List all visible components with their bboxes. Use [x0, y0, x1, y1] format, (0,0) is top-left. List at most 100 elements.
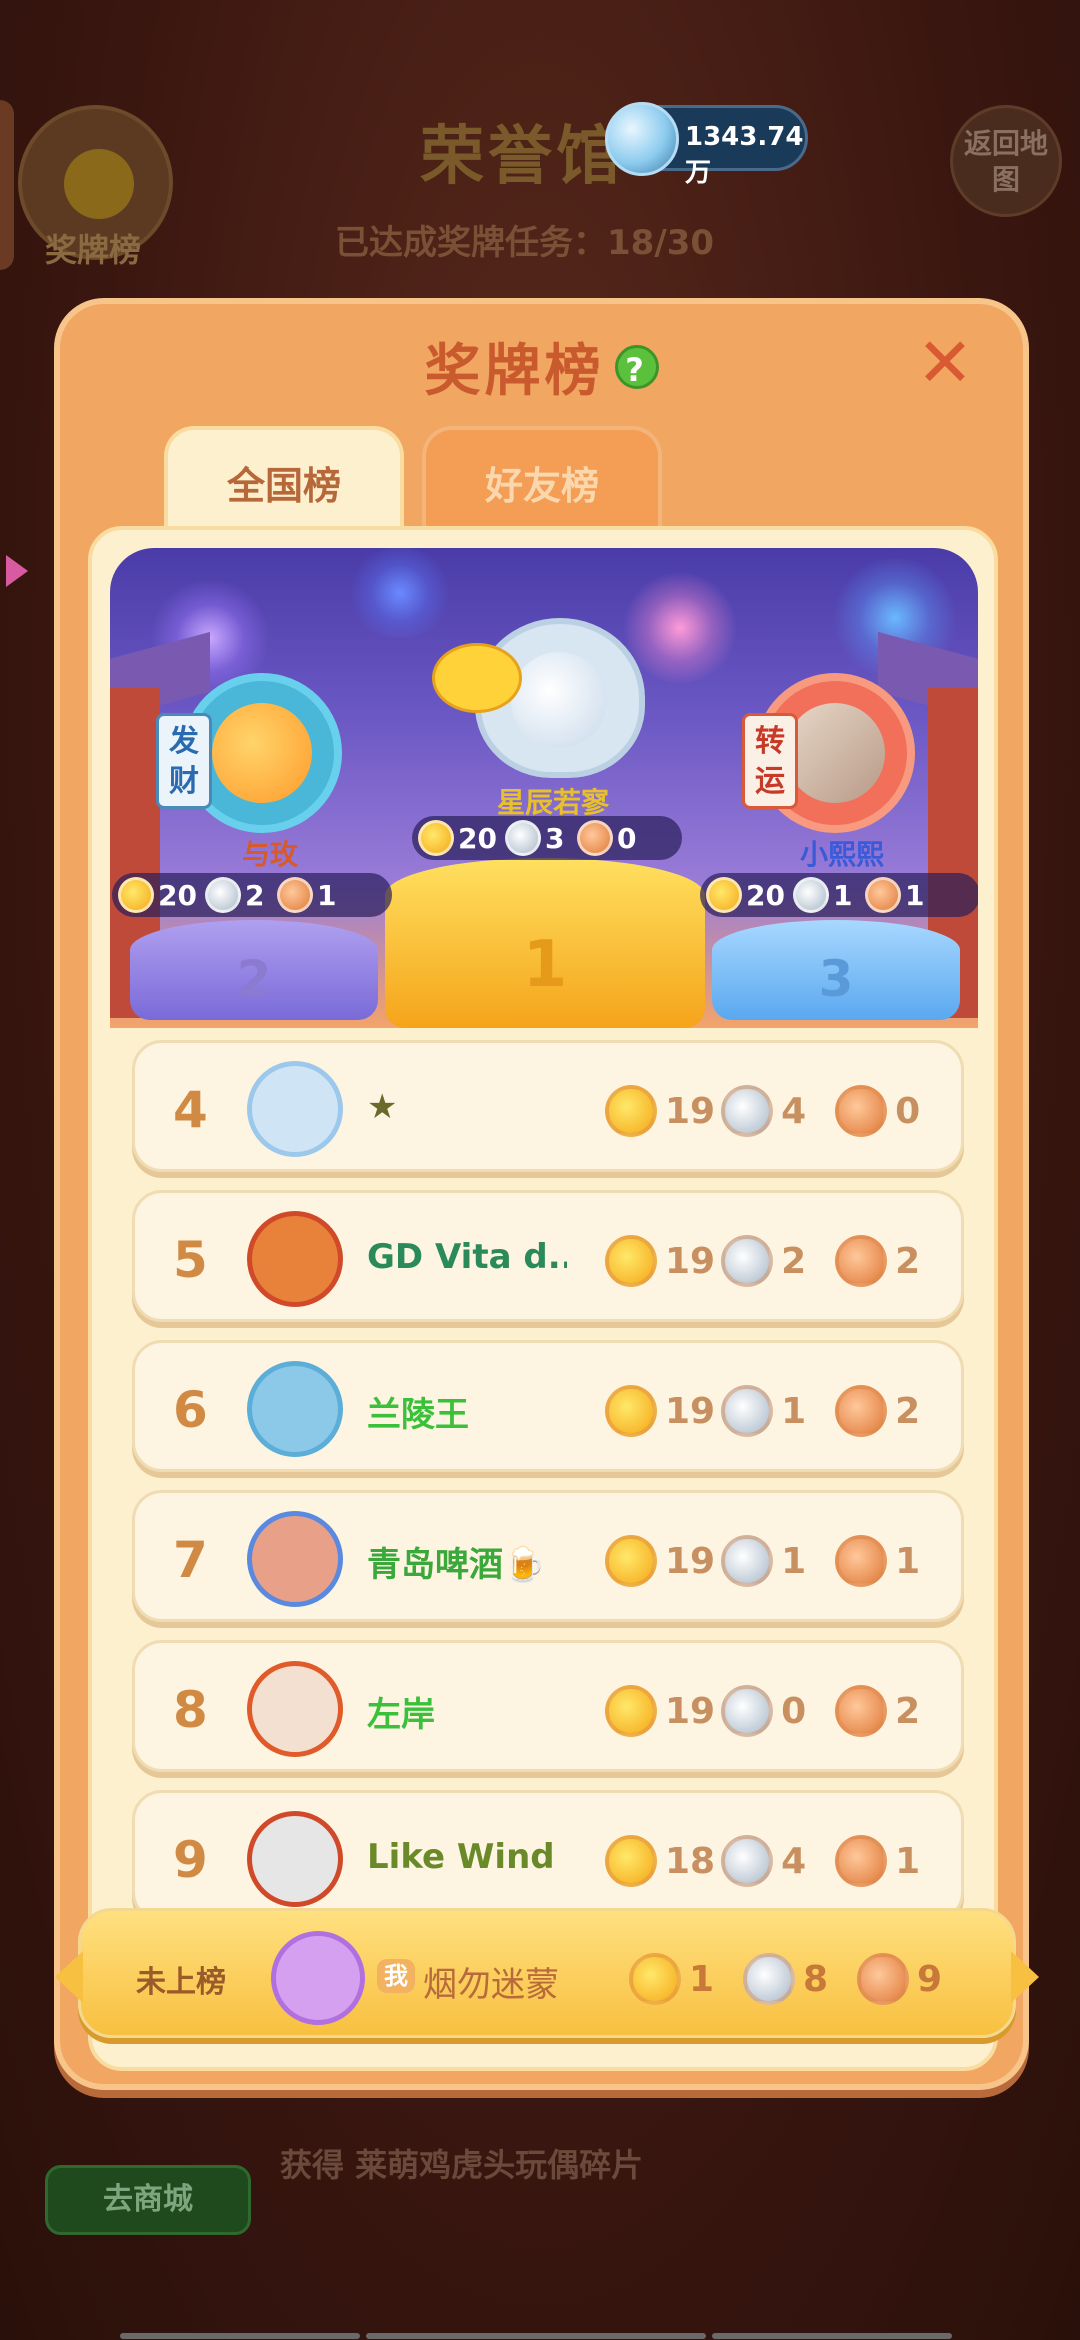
coin-balance: 1343.74万	[605, 102, 808, 188]
rank-number: 9	[173, 1831, 208, 1889]
medal-counts: 19 0 2	[605, 1681, 955, 1741]
player-avatar[interactable]	[247, 1661, 343, 1757]
gold-medal-icon	[605, 1835, 657, 1887]
silver-medal-icon	[204, 877, 241, 913]
bronze-medal-icon	[835, 1685, 888, 1737]
podium-pedestal-1: 1	[385, 858, 705, 1028]
side-panel-edge	[0, 100, 14, 270]
pedestal-rank: 3	[818, 950, 854, 1008]
silver-medal-icon	[721, 1235, 774, 1287]
ranking-row[interactable]: 5 GD Vita d... 19 2 2	[132, 1190, 964, 1322]
rank-3-name: 小熙熙	[799, 838, 884, 871]
bronze-medal-icon	[276, 877, 313, 913]
podium-pedestal-2: 2	[130, 920, 378, 1020]
bronze-count: 0	[616, 821, 637, 855]
fortune-tag: 发财	[156, 713, 212, 809]
silver-medal-icon	[721, 1535, 774, 1587]
silver-count: 2	[781, 1240, 807, 1282]
rank-2-name: 与玫	[241, 838, 298, 871]
player-name: GD Vita d...	[367, 1237, 567, 1277]
rank-1-medals: 20 3 0	[412, 816, 682, 860]
player-name: 青岛啤酒🍺	[367, 1545, 546, 1585]
gold-medal-icon	[605, 1535, 657, 1587]
rank-number: 8	[173, 1681, 208, 1739]
bronze-count: 9	[917, 1958, 943, 2000]
bronze-count: 0	[895, 1090, 921, 1132]
ranking-row[interactable]: 4 ★ 19 4 0	[132, 1040, 964, 1172]
ghost-avatar-icon	[511, 652, 607, 748]
gold-count: 19	[665, 1240, 716, 1282]
bronze-medal-icon	[835, 1235, 888, 1287]
gold-count: 20	[746, 878, 785, 912]
ranking-list: 4 ★ 19 4 0 5 GD Vita d... 19 2 2 6 兰陵王 1…	[110, 1030, 978, 2030]
gold-medal-icon	[605, 1235, 657, 1287]
gold-medal-icon	[605, 1685, 657, 1737]
leaderboard-panel: 2 1 3 发财 转运 与玫 星辰若寥 小熙熙 20 2 1 20 3 0 20…	[88, 526, 998, 2071]
medal-counts: 19 2 2	[605, 1231, 955, 1291]
gold-medal-icon	[418, 820, 454, 856]
rank-number: 4	[173, 1081, 208, 1139]
player-avatar[interactable]	[247, 1511, 343, 1607]
medal-task-progress: 已达成奖牌任务：18/30	[335, 223, 715, 263]
rank-1-name: 星辰若寥	[496, 786, 609, 819]
my-avatar[interactable]	[271, 1931, 365, 2025]
rank-2-medals: 20 2 1	[112, 873, 392, 917]
player-name: 左岸	[367, 1695, 435, 1735]
bronze-count: 1	[895, 1540, 921, 1582]
player-avatar[interactable]	[247, 1361, 343, 1457]
ranking-row[interactable]: 8 左岸 19 0 2	[132, 1640, 964, 1772]
gold-count: 20	[458, 821, 497, 855]
medal-counts: 19 1 1	[605, 1531, 955, 1591]
bronze-count: 2	[895, 1240, 921, 1282]
hall-of-honor-title: 荣誉馆	[420, 120, 624, 194]
pedestal-rank: 1	[522, 928, 568, 1002]
silver-count: 4	[781, 1090, 807, 1132]
tab-national[interactable]: 全国榜	[164, 426, 404, 530]
home-indicator	[120, 2324, 960, 2339]
gold-medal-icon	[118, 877, 154, 913]
medal-counts: 18 4 1	[605, 1831, 955, 1891]
silver-count: 0	[781, 1690, 807, 1732]
player-name: ★	[367, 1087, 398, 1127]
medal-counts: 19 4 0	[605, 1081, 955, 1141]
close-icon[interactable]: ✕	[915, 330, 975, 398]
tab-friends[interactable]: 好友榜	[422, 426, 662, 530]
rank-number: 5	[173, 1231, 208, 1289]
ranking-row[interactable]: 7 青岛啤酒🍺 19 1 1	[132, 1490, 964, 1622]
my-rank-status: 未上榜	[136, 1965, 226, 2000]
gold-medal-icon	[605, 1085, 657, 1137]
gold-count: 1	[689, 1958, 715, 2000]
reward-text: 获得 莱萌鸡虎头玩偶碎片	[280, 2146, 644, 2184]
coin-amount: 1343.74万	[685, 122, 804, 188]
bronze-count: 1	[316, 878, 337, 912]
my-medal-counts: 1 8 9	[629, 1949, 979, 2009]
player-avatar[interactable]	[247, 1061, 343, 1157]
gold-medal-icon	[706, 877, 742, 913]
me-badge: 我	[377, 1959, 415, 1993]
silver-count: 1	[781, 1540, 807, 1582]
rank-3-medals: 20 1 1	[700, 873, 978, 917]
modal-header: 奖牌榜?	[60, 326, 1023, 407]
back-to-map-button: 返回地图	[950, 105, 1062, 217]
bronze-medal-icon	[835, 1385, 888, 1437]
player-avatar[interactable]	[247, 1811, 343, 1907]
my-name: 烟勿迷蒙	[423, 1965, 559, 2005]
silver-medal-icon	[721, 1385, 774, 1437]
player-name: Like Wind	[367, 1837, 555, 1877]
ranking-row[interactable]: 9 Like Wind 18 4 1	[132, 1790, 964, 1922]
help-icon[interactable]: ?	[614, 344, 659, 389]
bronze-count: 2	[895, 1690, 921, 1732]
podium-pedestal-3: 3	[712, 920, 960, 1020]
gold-count: 20	[158, 878, 197, 912]
bronze-medal-icon	[835, 1535, 888, 1587]
sun-avatar-icon	[212, 703, 312, 803]
rank-number: 6	[173, 1381, 208, 1439]
pedestal-rank: 2	[236, 950, 272, 1008]
player-avatar[interactable]	[247, 1211, 343, 1307]
medal-counts: 19 1 2	[605, 1381, 955, 1441]
chick-icon	[432, 643, 522, 713]
silver-medal-icon	[792, 877, 829, 913]
ranking-row[interactable]: 6 兰陵王 19 1 2	[132, 1340, 964, 1472]
firework-icon	[345, 548, 455, 638]
bronze-medal-icon	[835, 1085, 888, 1137]
